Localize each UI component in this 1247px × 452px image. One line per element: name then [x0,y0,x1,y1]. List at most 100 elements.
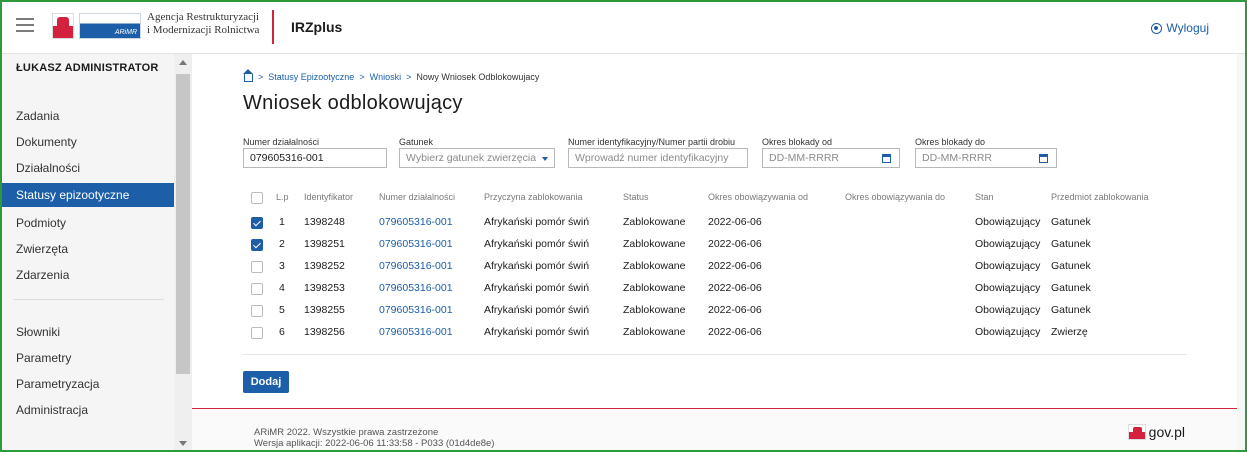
cell-status: Zablokowane [623,238,686,250]
scroll-up-icon[interactable] [179,60,187,65]
cell-status: Zablokowane [623,216,686,228]
agency-name-line2: i Modernizacji Rolnictwa [147,24,260,36]
sidebar-scrollbar[interactable] [174,54,192,450]
sidebar-item-dzialalnosci[interactable]: Działalności [2,156,174,180]
app-name: IRZplus [291,19,343,35]
breadcrumb: > Statusy Epizootyczne > Wnioski > Nowy … [243,69,540,82]
cell-stan: Obowiązujący [975,216,1041,228]
calendar-icon[interactable] [882,154,891,163]
app-frame: ARiMR Agencja Restrukturyzacji i Moderni… [0,0,1247,452]
block-to-input[interactable]: DD-MM-RRRR [915,148,1057,168]
footer-text: ARiMR 2022. Wszystkie prawa zastrzeżone … [254,427,494,449]
column-header-okres-do: Okres obowiązywania do [845,192,946,202]
column-header-status: Status [623,192,649,202]
breadcrumb-item-current: Nowy Wniosek Odblokowujacy [416,72,540,82]
sidebar-item-parametry[interactable]: Parametry [2,346,174,370]
sidebar-item-label: Zadania [16,109,60,123]
cell-identyfikator: 1398255 [304,304,345,316]
cell-okres-od: 2022-06-06 [708,326,762,338]
sidebar-item-zwierzeta[interactable]: Zwierzęta [2,237,174,261]
column-header-numer-dzialalnosci: Numer działalności [379,192,456,202]
top-header: ARiMR Agencja Restrukturyzacji i Moderni… [2,2,1245,54]
column-header-identyfikator: Identyfikator [304,192,354,202]
footer-copyright: ARiMR 2022. Wszystkie prawa zastrzeżone [254,427,439,438]
cell-numer-dzialalnosci[interactable]: 079605316-001 [379,216,453,228]
cell-identyfikator: 1398256 [304,326,345,338]
sidebar-item-label: Zdarzenia [16,268,70,282]
cell-identyfikator: 1398252 [304,260,345,272]
cell-przyczyna: Afrykański pomór świń [484,216,590,228]
gov-pl-logo[interactable]: gov.pl [1127,424,1185,440]
sidebar-item-podmioty[interactable]: Podmioty [2,211,174,235]
sidebar-item-zadania[interactable]: Zadania [2,104,174,128]
species-placeholder: Wybierz gatunek zwierzęcia [406,152,537,164]
scroll-down-icon[interactable] [179,441,187,446]
sidebar-item-parametryzacja[interactable]: Parametryzacja [2,372,174,396]
sidebar-item-administracja[interactable]: Administracja [2,398,174,422]
row-checkbox[interactable] [251,217,263,229]
sidebar-user-name: ŁUKASZ ADMINISTRATOR [16,62,159,74]
sidebar-scroll-thumb[interactable] [176,74,190,374]
logout-label: Wyloguj [1166,21,1209,35]
sidebar-item-dokumenty[interactable]: Dokumenty [2,130,174,154]
cell-przyczyna: Afrykański pomór świń [484,238,590,250]
user-icon [1151,22,1163,34]
breadcrumb-item-wnioski[interactable]: Wnioski [370,72,402,82]
poland-flag-icon [1127,424,1146,440]
block-to-label: Okres blokady do [915,137,986,147]
row-checkbox[interactable] [251,327,263,339]
cell-stan: Obowiązujący [975,238,1041,250]
cell-przedmiot: Gatunek [1051,216,1091,228]
cell-identyfikator: 1398253 [304,282,345,294]
cell-okres-od: 2022-06-06 [708,282,762,294]
logout-link[interactable]: Wyloguj [1151,21,1209,35]
cell-numer-dzialalnosci[interactable]: 079605316-001 [379,304,453,316]
species-select[interactable]: Wybierz gatunek zwierzęcia [399,148,555,168]
cell-status: Zablokowane [623,282,686,294]
hamburger-menu-icon[interactable] [16,18,34,32]
id-number-input[interactable]: Wprowadź numer identyfikacyjny [568,148,748,168]
sidebar-item-slowniki[interactable]: Słowniki [2,320,174,344]
table-row: 5 1398255 079605316-001 Afrykański pomór św… [243,300,1187,322]
sidebar-item-label: Administracja [16,403,89,417]
row-checkbox[interactable] [251,283,263,295]
table-row: 2 1398251 079605316-001 Afrykański pomór św… [243,234,1187,256]
breadcrumb-item-statusy[interactable]: Statusy Epizootyczne [268,72,354,82]
cell-okres-od: 2022-06-06 [708,260,762,272]
table-divider [243,354,1187,355]
cell-okres-od: 2022-06-06 [708,304,762,316]
cell-lp: 6 [279,326,285,338]
sidebar: ŁUKASZ ADMINISTRATOR Zadania Dokumenty D… [2,54,192,450]
sidebar-item-statusy-epizootyczne[interactable]: Statusy epizootyczne [2,183,174,207]
cell-okres-od: 2022-06-06 [708,216,762,228]
block-from-input[interactable]: DD-MM-RRRR [762,148,900,168]
cell-numer-dzialalnosci[interactable]: 079605316-001 [379,238,453,250]
sidebar-item-zdarzenia[interactable]: Zdarzenia [2,263,174,287]
page-scrollbar[interactable] [1237,54,1245,450]
agency-name: Agencja Restrukturyzacji i Modernizacji … [147,11,259,37]
add-button[interactable]: Dodaj [243,371,289,393]
cell-numer-dzialalnosci[interactable]: 079605316-001 [379,326,453,338]
cell-numer-dzialalnosci[interactable]: 079605316-001 [379,260,453,272]
breadcrumb-separator: > [359,72,365,82]
sidebar-item-label: Statusy epizootyczne [16,188,130,202]
calendar-icon[interactable] [1039,154,1048,163]
cell-przyczyna: Afrykański pomór świń [484,260,590,272]
cell-numer-dzialalnosci[interactable]: 079605316-001 [379,282,453,294]
row-checkbox[interactable] [251,261,263,273]
row-checkbox[interactable] [251,239,263,251]
home-icon[interactable] [243,69,253,82]
agency-name-line1: Agencja Restrukturyzacji [147,11,260,23]
cell-przedmiot: Gatunek [1051,304,1091,316]
column-header-okres-od: Okres obowiązywania od [708,192,809,202]
activity-number-input[interactable]: 079605316-001 [243,148,387,168]
cell-lp: 1 [279,216,285,228]
cell-identyfikator: 1398248 [304,216,345,228]
select-all-checkbox[interactable] [251,192,263,204]
block-from-placeholder: DD-MM-RRRR [769,152,839,164]
sidebar-item-label: Słowniki [16,325,61,339]
row-checkbox[interactable] [251,305,263,317]
table-row: 6 1398256 079605316-001 Afrykański pomór św… [243,322,1187,344]
block-to-placeholder: DD-MM-RRRR [922,152,992,164]
main-content: > Statusy Epizootyczne > Wnioski > Nowy … [192,54,1245,450]
